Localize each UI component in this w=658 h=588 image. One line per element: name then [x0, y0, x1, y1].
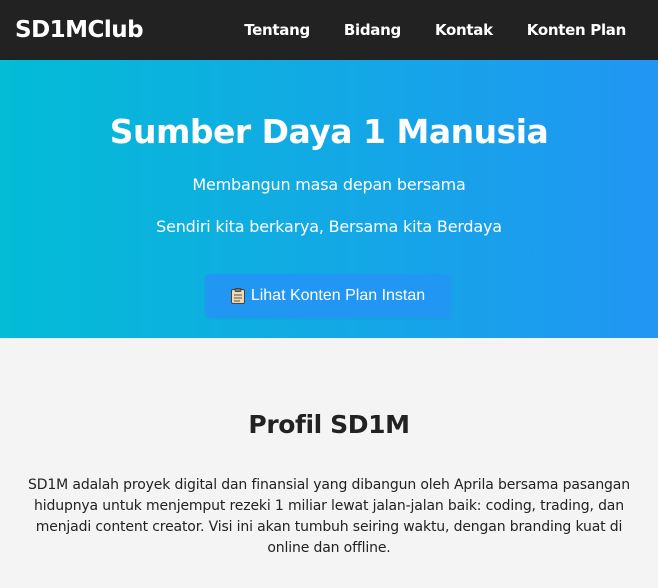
clipboard-icon [230, 288, 245, 304]
nav-links: Tentang Bidang Kontak Konten Plan [210, 21, 626, 39]
nav-link-konten-plan[interactable]: Konten Plan [527, 21, 627, 39]
view-content-plan-button[interactable]: Lihat Konten Plan Instan [205, 274, 451, 318]
nav-link-kontak[interactable]: Kontak [435, 21, 493, 39]
hero-subtitle: Membangun masa depan bersama [192, 175, 466, 194]
nav-link-bidang[interactable]: Bidang [344, 21, 401, 39]
brand-logo-text[interactable]: SD1MClub [15, 17, 144, 43]
hero-section: Sumber Daya 1 Manusia Membangun masa dep… [0, 60, 658, 338]
nav-link-tentang[interactable]: Tentang [244, 21, 310, 39]
profile-section: Profil SD1M SD1M adalah proyek digital d… [0, 338, 658, 588]
top-navbar: SD1MClub Tentang Bidang Kontak Konten Pl… [0, 0, 658, 60]
cta-label: Lihat Konten Plan Instan [250, 287, 426, 304]
hero-tagline: Sendiri kita berkarya, Bersama kita Berd… [156, 217, 502, 236]
hero-title: Sumber Daya 1 Manusia [109, 112, 549, 151]
profile-description: SD1M adalah proyek digital dan finansial… [28, 477, 630, 556]
profile-title: Profil SD1M [248, 410, 410, 439]
